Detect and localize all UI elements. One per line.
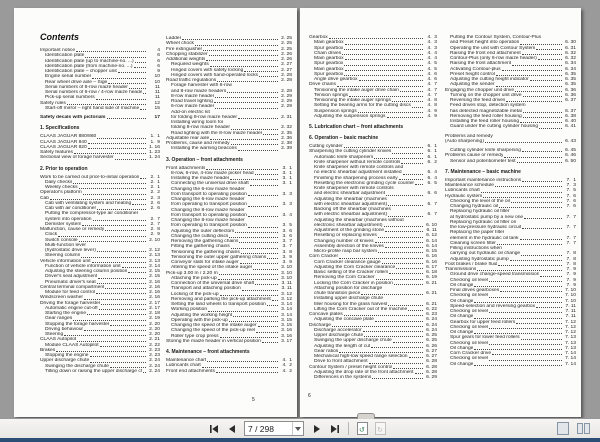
toc-entry: Replacing the paper filter element in the… — [450, 230, 576, 241]
toc-entry: Multi-function lever (hydrostatic drive l… — [45, 242, 160, 253]
toc-entry: Changing the 6-row maize header from tran… — [171, 186, 292, 197]
page-indicator-value: 7 / 298 — [248, 423, 274, 434]
document-page-left: Contents Important notice 4 Identification… — [14, 8, 297, 417]
next-view-icon: ↻ — [375, 422, 386, 435]
toc-column-left-1: Important notice 4 Identification plate 6 Id… — [40, 48, 160, 374]
toc-entry: Knife sharpener with remote controls and… — [314, 165, 437, 176]
toc-entry: Backing off the shearbar (machines with e… — [314, 207, 437, 218]
toc-entry: Sectional view of forage harvester 1. 24 — [40, 155, 160, 161]
previous-page-icon — [227, 424, 237, 434]
toc-entry: Changing the 8-row maize header from tran… — [171, 207, 292, 218]
toc-entry: Tilting down or raising the upper discha… — [45, 368, 160, 374]
toc-section-header: 4. Maintenance – front attachments — [166, 349, 250, 355]
page-number-field[interactable]: 7 / 298 — [244, 421, 304, 436]
previous-view-button[interactable]: ↺ — [354, 421, 371, 437]
toc-entry: Adjusting the shearbar (machines without… — [314, 217, 437, 228]
page-navigation-group: 7 / 298 ↺ ↻ — [205, 419, 389, 438]
single-page-view-icon — [556, 422, 569, 435]
previous-view-icon: ↺ — [357, 422, 368, 435]
page-number-right: 6 — [308, 393, 311, 399]
toc-entry: Safety decals with pictorials 17 — [40, 115, 160, 120]
toc-entry: Changing the 8-row maize header from oper… — [171, 218, 292, 229]
toc-entry: Adjusting the shearbar (machines with ele… — [314, 196, 437, 207]
next-page-button[interactable] — [308, 421, 325, 437]
toc-entry: Replacing hydraulic oil filter on the low… — [450, 219, 576, 230]
toc-entry: Sensor and potentiometer test 6. 50 — [450, 158, 576, 164]
toc-entry: Feed drives stop, detection system has de… — [450, 103, 576, 114]
pdf-bottom-toolbar: 7 / 298 ↺ ↻ — [0, 413, 600, 438]
toc-entry: Attaching position for discharge chute tr… — [314, 285, 437, 296]
toc-entry: Add-on electric kit for folding 8-row mai… — [171, 109, 292, 120]
next-view-button[interactable]: ↻ — [372, 421, 389, 437]
toc-entry: Installing wiring loom for folding 8-row … — [171, 120, 292, 131]
page-layout-group — [554, 419, 592, 438]
last-page-button[interactable] — [326, 421, 343, 437]
toolbar-separator — [348, 422, 349, 435]
toc-entry: Installing upper discharge chute filler h… — [314, 296, 437, 307]
window-bottom-edge — [0, 438, 600, 442]
document-page-right: Gearbox 4. 3 Main gearbox 4. 3 Spur gearbox 4… — [300, 8, 581, 417]
toc-section-header: 2. Prior to operation — [40, 165, 88, 172]
single-page-view-button[interactable] — [554, 421, 571, 437]
toc-entry: Replacing hydraulic oil filter at hydrost… — [450, 209, 576, 220]
toc-section-header: 6. Operation – basic machine — [309, 135, 379, 141]
toc-entry: Putting the compressor-type air conditio… — [45, 211, 160, 222]
two-page-view-icon — [576, 422, 591, 435]
toc-entry: Changing the 6-row maize header from oper… — [171, 197, 292, 208]
toc-column-right-2: Putting the Contour System, Contour-Plus… — [445, 35, 576, 367]
toc-entry: Filling instructions when carrying out hy… — [450, 246, 576, 257]
pdf-viewer-canvas: Contents Important notice 4 Identification… — [0, 0, 600, 438]
first-page-icon — [209, 424, 219, 434]
toc-entry: Adjusting the suspension springs 4. 9 — [314, 113, 437, 119]
toc-entry: Oil change 7. 14 — [450, 361, 576, 367]
toc-entry: Front end attachments 4. 2 — [166, 368, 292, 374]
toc-section-header: 1. Specifications — [40, 125, 80, 132]
first-page-button[interactable] — [205, 421, 222, 437]
toc-entry: Putting the Contour System, Contour-Plus… — [450, 35, 576, 46]
next-page-icon — [312, 424, 322, 434]
toc-entry: Differences in the systems 6. 29 — [314, 375, 437, 380]
toc-column-left-2: Ladder 2. 25 Wheel chock 2. 25 Fire extingui… — [166, 36, 292, 374]
last-page-icon — [330, 424, 340, 434]
contents-title: Contents — [40, 32, 79, 42]
two-page-view-button[interactable] — [575, 421, 592, 437]
toc-entry: Installing the warning beacons 2. 39 — [171, 146, 292, 152]
previous-page-button[interactable] — [223, 421, 240, 437]
toc-section-header: 7. Maintenance – basic machine — [445, 168, 521, 175]
page-number-left: 5 — [252, 397, 255, 403]
toc-entry: Problems and remedy (Auto sharpening) 6. 4… — [445, 133, 576, 144]
toc-entry: Knife sharpener with remote controls and … — [314, 186, 437, 197]
toc-section-header: 5. Lubrication chart – front attachments — [309, 124, 404, 130]
toc-column-right-1: Gearbox 4. 3 Main gearbox 4. 3 Spur gearbox 4… — [309, 35, 437, 380]
page-dropdown-caret-icon[interactable] — [292, 422, 303, 435]
toc-entry: Forage harvester with 6-row and 8-row mai… — [171, 83, 292, 94]
toc-section-header: 3. Operation – front attachments — [166, 156, 243, 163]
toc-entry: Storing the maize header in vertical pos… — [166, 338, 292, 344]
